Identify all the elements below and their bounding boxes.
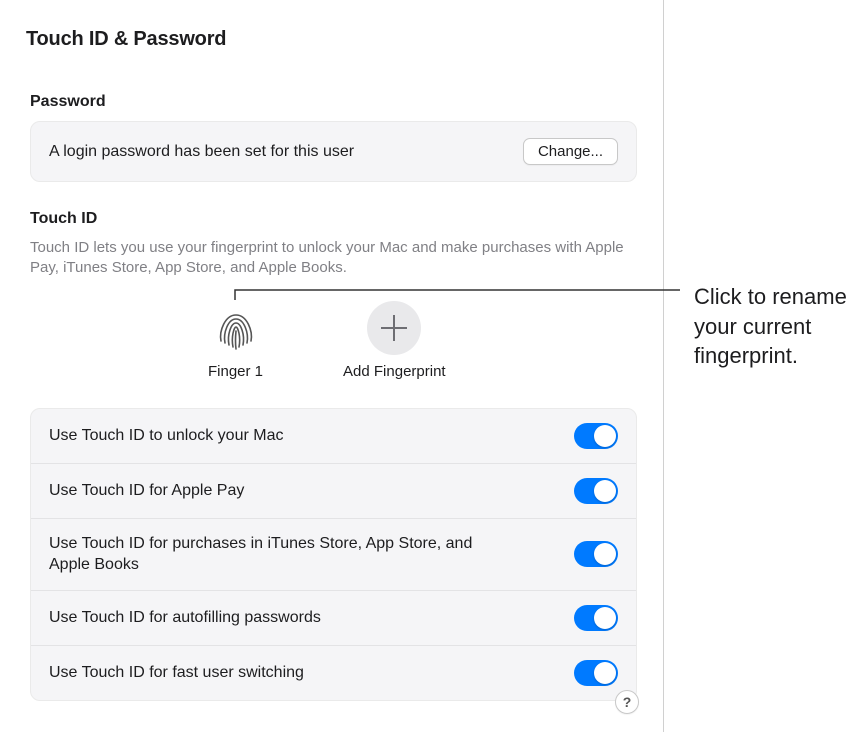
fingerprint-icon	[209, 301, 263, 355]
toggle-switch-unlock-mac[interactable]	[574, 423, 618, 449]
plus-icon	[381, 315, 407, 341]
toggle-label: Use Touch ID for fast user switching	[49, 662, 304, 684]
fingerprint-row: Finger 1 Add Fingerprint	[30, 279, 637, 408]
add-fingerprint-item[interactable]: Add Fingerprint	[343, 301, 446, 380]
toggle-switch-apple-pay[interactable]	[574, 478, 618, 504]
toggle-row-fast-user-switch: Use Touch ID for fast user switching	[31, 646, 636, 700]
switch-knob	[594, 662, 616, 684]
toggle-switch-purchases[interactable]	[574, 541, 618, 567]
touchid-toggle-list: Use Touch ID to unlock your Mac Use Touc…	[30, 408, 637, 701]
toggle-switch-fast-user-switch[interactable]	[574, 660, 618, 686]
touchid-section-label: Touch ID	[30, 210, 637, 228]
switch-knob	[594, 425, 616, 447]
content-area: Password A login password has been set f…	[0, 51, 663, 701]
change-password-button[interactable]: Change...	[523, 138, 618, 165]
password-description: A login password has been set for this u…	[49, 143, 354, 161]
toggle-label: Use Touch ID for Apple Pay	[49, 480, 244, 502]
settings-pane: Touch ID & Password Password A login pas…	[0, 0, 664, 732]
toggle-row-autofill: Use Touch ID for autofilling passwords	[31, 591, 636, 646]
annotation-text: Click to rename your current fingerprint…	[694, 282, 864, 371]
add-fingerprint-label: Add Fingerprint	[343, 363, 446, 380]
help-button[interactable]: ?	[615, 690, 639, 714]
switch-knob	[594, 480, 616, 502]
toggle-row-unlock-mac: Use Touch ID to unlock your Mac	[31, 409, 636, 464]
touchid-section: Touch ID Touch ID lets you use your fing…	[30, 210, 637, 701]
switch-knob	[594, 543, 616, 565]
fingerprint-item-1[interactable]: Finger 1	[208, 301, 263, 380]
switch-knob	[594, 607, 616, 629]
fingerprint-label[interactable]: Finger 1	[208, 363, 263, 380]
toggle-switch-autofill[interactable]	[574, 605, 618, 631]
password-card: A login password has been set for this u…	[30, 121, 637, 182]
toggle-row-purchases: Use Touch ID for purchases in iTunes Sto…	[31, 519, 636, 591]
page-title: Touch ID & Password	[0, 0, 663, 51]
toggle-label: Use Touch ID for autofilling passwords	[49, 607, 321, 629]
toggle-label: Use Touch ID to unlock your Mac	[49, 425, 283, 447]
add-fingerprint-icon	[367, 301, 421, 355]
toggle-row-apple-pay: Use Touch ID for Apple Pay	[31, 464, 636, 519]
password-section-label: Password	[30, 93, 637, 111]
touchid-description: Touch ID lets you use your fingerprint t…	[30, 238, 630, 279]
toggle-label: Use Touch ID for purchases in iTunes Sto…	[49, 533, 509, 576]
